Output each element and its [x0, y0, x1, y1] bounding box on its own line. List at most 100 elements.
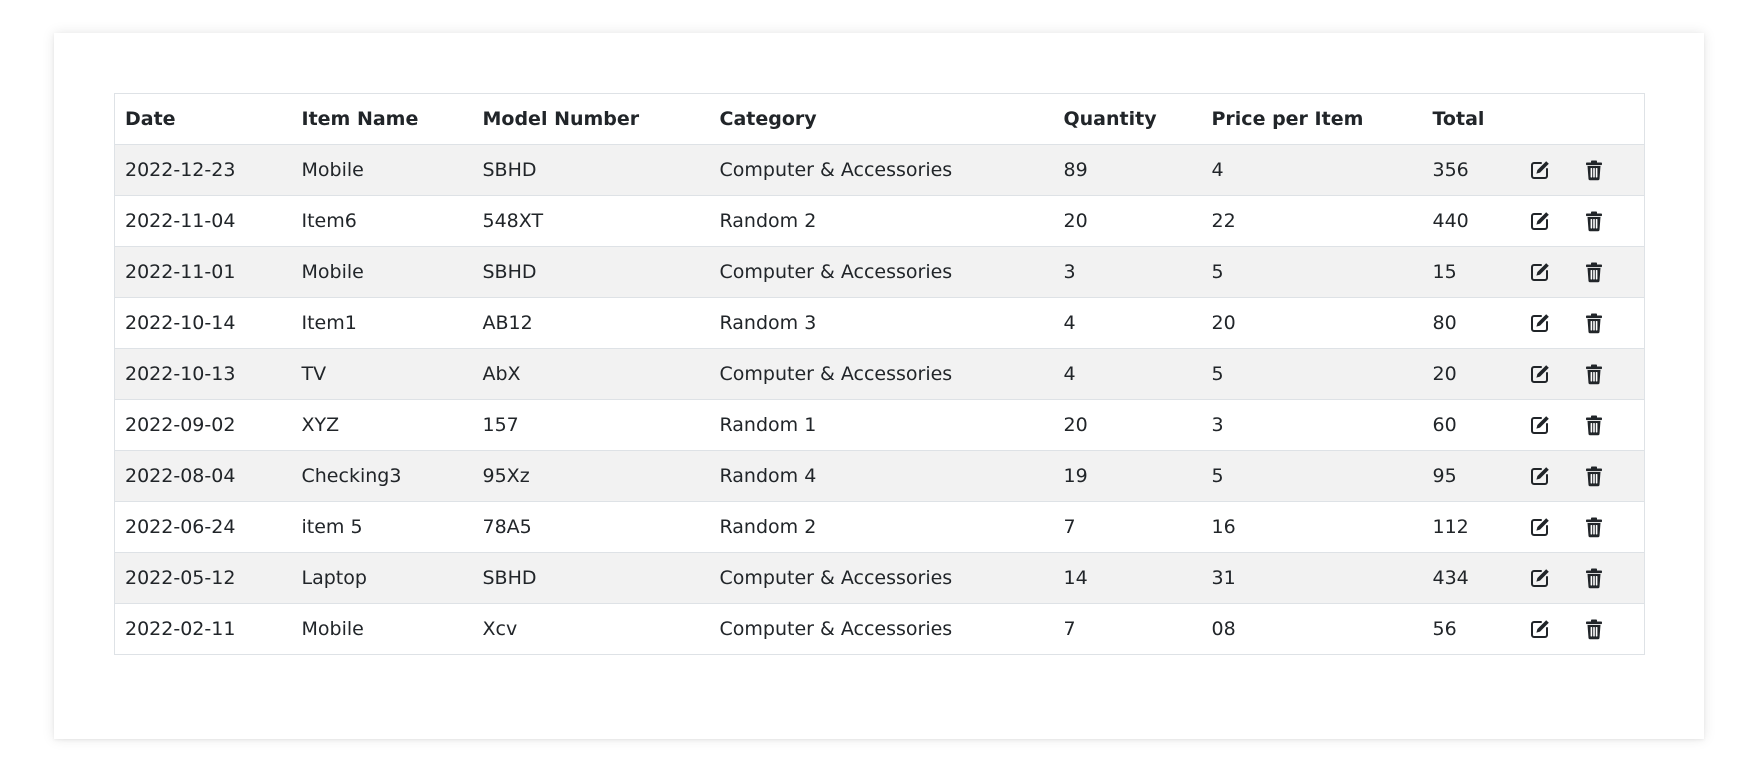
- cell-category: Computer & Accessories: [709, 552, 1054, 604]
- cell-quantity: 3: [1053, 246, 1202, 298]
- cell-category: Random 1: [709, 399, 1054, 451]
- edit-button[interactable]: [1528, 158, 1552, 182]
- cell-category: Random 2: [709, 195, 1054, 247]
- edit-button[interactable]: [1528, 413, 1552, 437]
- cell-quantity: 7: [1053, 603, 1202, 655]
- cell-quantity: 14: [1053, 552, 1202, 604]
- edit-button[interactable]: [1528, 209, 1552, 233]
- cell-item-name: Mobile: [291, 144, 473, 196]
- header-total[interactable]: Total: [1422, 93, 1518, 145]
- delete-button[interactable]: [1582, 515, 1606, 539]
- inventory-card: Date Item Name Model Number Category Qua…: [54, 33, 1704, 739]
- delete-button[interactable]: [1582, 260, 1606, 284]
- delete-button[interactable]: [1582, 566, 1606, 590]
- cell-date: 2022-02-11: [114, 603, 292, 655]
- header-price-per-item[interactable]: Price per Item: [1201, 93, 1423, 145]
- edit-icon: [1530, 620, 1549, 638]
- cell-category: Random 4: [709, 450, 1054, 502]
- cell-category: Random 2: [709, 501, 1054, 553]
- table-row: 2022-10-13 TV AbX Computer & Accessories…: [114, 348, 1645, 400]
- delete-button[interactable]: [1582, 464, 1606, 488]
- cell-date: 2022-11-04: [114, 195, 292, 247]
- edit-button[interactable]: [1528, 260, 1552, 284]
- cell-actions: [1517, 144, 1645, 196]
- table-row: 2022-05-12 Laptop SBHD Computer & Access…: [114, 552, 1645, 604]
- edit-button[interactable]: [1528, 311, 1552, 335]
- header-date[interactable]: Date: [114, 93, 292, 145]
- header-item-name[interactable]: Item Name: [291, 93, 473, 145]
- table-row: 2022-12-23 Mobile SBHD Computer & Access…: [114, 144, 1645, 196]
- header-quantity[interactable]: Quantity: [1053, 93, 1202, 145]
- cell-price-per-item: 20: [1201, 297, 1423, 349]
- cell-price-per-item: 5: [1201, 246, 1423, 298]
- cell-total: 60: [1422, 399, 1518, 451]
- cell-total: 440: [1422, 195, 1518, 247]
- table-body: 2022-12-23 Mobile SBHD Computer & Access…: [114, 144, 1645, 655]
- cell-date: 2022-08-04: [114, 450, 292, 502]
- delete-button[interactable]: [1582, 413, 1606, 437]
- cell-category: Computer & Accessories: [709, 246, 1054, 298]
- header-actions: [1517, 93, 1645, 145]
- edit-button[interactable]: [1528, 617, 1552, 641]
- edit-button[interactable]: [1528, 362, 1552, 386]
- cell-actions: [1517, 246, 1645, 298]
- cell-date: 2022-06-24: [114, 501, 292, 553]
- table-row: 2022-11-04 Item6 548XT Random 2 20 22 44…: [114, 195, 1645, 247]
- cell-date: 2022-12-23: [114, 144, 292, 196]
- trash-icon: [1585, 160, 1602, 181]
- cell-category: Computer & Accessories: [709, 348, 1054, 400]
- delete-button[interactable]: [1582, 311, 1606, 335]
- cell-model-number: SBHD: [472, 144, 710, 196]
- cell-actions: [1517, 297, 1645, 349]
- cell-quantity: 20: [1053, 195, 1202, 247]
- trash-icon: [1585, 415, 1602, 436]
- trash-icon: [1585, 211, 1602, 232]
- trash-icon: [1585, 568, 1602, 589]
- cell-quantity: 19: [1053, 450, 1202, 502]
- cell-item-name: Checking3: [291, 450, 473, 502]
- cell-actions: [1517, 399, 1645, 451]
- cell-quantity: 4: [1053, 297, 1202, 349]
- cell-total: 434: [1422, 552, 1518, 604]
- cell-model-number: 548XT: [472, 195, 710, 247]
- edit-button[interactable]: [1528, 464, 1552, 488]
- header-category[interactable]: Category: [709, 93, 1054, 145]
- cell-price-per-item: 5: [1201, 450, 1423, 502]
- cell-total: 56: [1422, 603, 1518, 655]
- cell-total: 80: [1422, 297, 1518, 349]
- trash-icon: [1585, 466, 1602, 487]
- cell-item-name: Item6: [291, 195, 473, 247]
- edit-icon: [1530, 212, 1549, 230]
- delete-button[interactable]: [1582, 209, 1606, 233]
- cell-quantity: 20: [1053, 399, 1202, 451]
- cell-model-number: Xcv: [472, 603, 710, 655]
- trash-icon: [1585, 262, 1602, 283]
- edit-icon: [1530, 518, 1549, 536]
- cell-model-number: 78A5: [472, 501, 710, 553]
- cell-model-number: AB12: [472, 297, 710, 349]
- cell-total: 20: [1422, 348, 1518, 400]
- delete-button[interactable]: [1582, 158, 1606, 182]
- header-model-number[interactable]: Model Number: [472, 93, 710, 145]
- table-header: Date Item Name Model Number Category Qua…: [114, 93, 1645, 145]
- table-row: 2022-09-02 XYZ 157 Random 1 20 3 60: [114, 399, 1645, 451]
- delete-button[interactable]: [1582, 617, 1606, 641]
- delete-button[interactable]: [1582, 362, 1606, 386]
- cell-price-per-item: 31: [1201, 552, 1423, 604]
- cell-item-name: Item1: [291, 297, 473, 349]
- cell-category: Random 3: [709, 297, 1054, 349]
- trash-icon: [1585, 619, 1602, 640]
- cell-model-number: AbX: [472, 348, 710, 400]
- table-row: 2022-08-04 Checking3 95Xz Random 4 19 5 …: [114, 450, 1645, 502]
- cell-total: 356: [1422, 144, 1518, 196]
- edit-icon: [1530, 161, 1549, 179]
- edit-icon: [1530, 569, 1549, 587]
- cell-category: Computer & Accessories: [709, 603, 1054, 655]
- edit-button[interactable]: [1528, 515, 1552, 539]
- table-row: 2022-06-24 item 5 78A5 Random 2 7 16 112: [114, 501, 1645, 553]
- trash-icon: [1585, 313, 1602, 334]
- cell-date: 2022-11-01: [114, 246, 292, 298]
- edit-button[interactable]: [1528, 566, 1552, 590]
- cell-model-number: SBHD: [472, 246, 710, 298]
- cell-item-name: TV: [291, 348, 473, 400]
